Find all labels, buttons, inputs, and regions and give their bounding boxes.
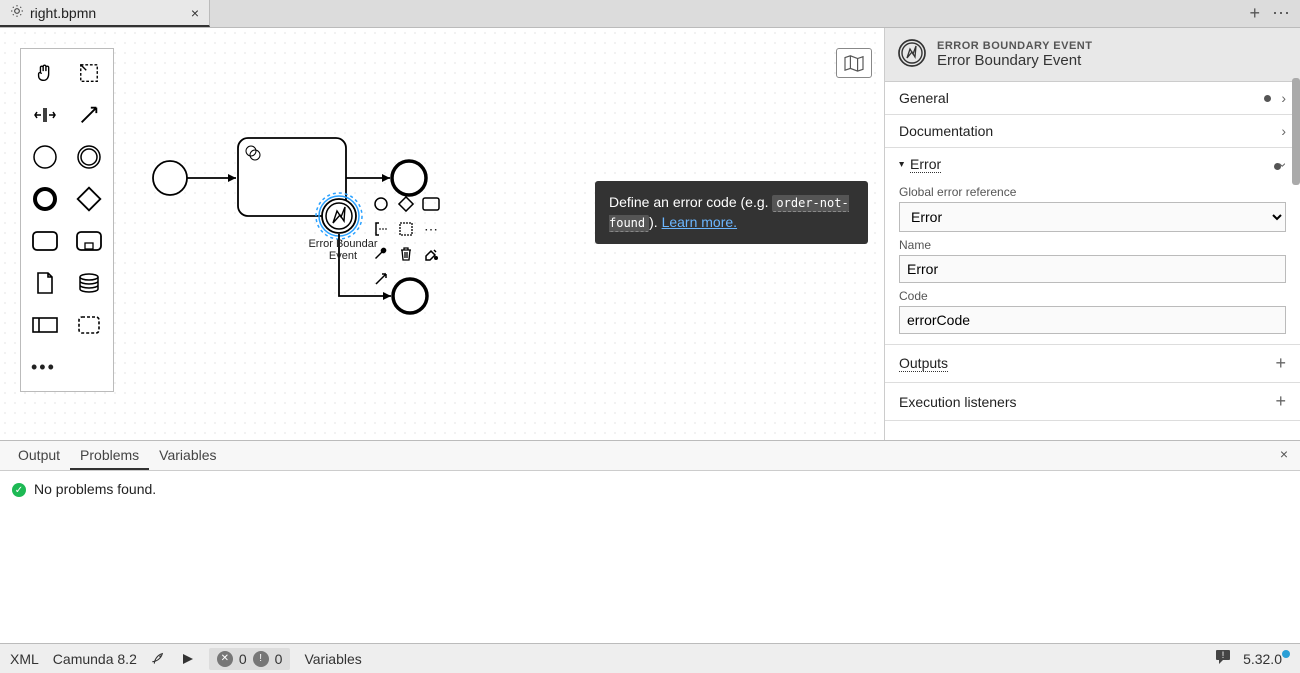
properties-panel: ERROR BOUNDARY EVENT Error Boundary Even…: [884, 28, 1300, 440]
error-name-input[interactable]: [899, 255, 1286, 283]
element-name: Error Boundary Event: [937, 52, 1092, 69]
error-name-label: Name: [899, 238, 1286, 252]
lint-tooltip: Define an error code (e.g. order-not-fou…: [595, 181, 868, 244]
gear-icon: [10, 4, 24, 21]
learn-more-link[interactable]: Learn more.: [662, 214, 737, 230]
global-error-ref-select[interactable]: Error: [899, 202, 1286, 232]
error-code-input[interactable]: [899, 306, 1286, 334]
append-event[interactable]: [370, 193, 392, 215]
xml-toggle[interactable]: XML: [10, 651, 39, 667]
bottom-panel: Output Problems Variables × ✓ No problem…: [0, 440, 1300, 672]
annotation[interactable]: [370, 218, 392, 240]
append-task[interactable]: [420, 193, 442, 215]
intermediate-event-tool[interactable]: [69, 139, 109, 175]
chevron-down-icon: ›: [1276, 162, 1292, 167]
space-tool[interactable]: [25, 97, 65, 133]
close-panel-icon[interactable]: ×: [1276, 441, 1292, 470]
tab-output[interactable]: Output: [8, 441, 70, 470]
start-event[interactable]: [153, 161, 187, 195]
more-tools[interactable]: •••: [25, 349, 109, 385]
check-icon: ✓: [12, 483, 26, 497]
more-menu-button[interactable]: ⋯: [1272, 3, 1290, 24]
error-code-label: Code: [899, 289, 1286, 303]
tab-problems[interactable]: Problems: [70, 441, 149, 470]
connect-icon[interactable]: [370, 268, 392, 290]
hand-tool[interactable]: [25, 55, 65, 91]
task-tool[interactable]: [25, 223, 65, 259]
wrench-icon[interactable]: [370, 243, 392, 265]
update-indicator: [1282, 650, 1290, 658]
end-event[interactable]: [392, 161, 426, 195]
rocket-icon[interactable]: [151, 651, 167, 667]
start-event-tool[interactable]: [25, 139, 65, 175]
error-count-icon: ✕: [217, 651, 233, 667]
section-error-body: Global error reference Error Name Code: [885, 173, 1300, 345]
section-execution-listeners[interactable]: Execution listeners +: [885, 383, 1300, 421]
change-type[interactable]: [395, 218, 417, 240]
delete-icon[interactable]: [395, 243, 417, 265]
lint-status[interactable]: ✕0 !0: [209, 648, 291, 670]
plus-icon[interactable]: +: [1275, 353, 1286, 374]
main-area: •••: [0, 28, 1300, 440]
lasso-tool[interactable]: [69, 55, 109, 91]
panel-scrollbar[interactable]: [1292, 78, 1300, 185]
tab-bar: right.bpmn × + ⋯: [0, 0, 1300, 28]
element-type-label: ERROR BOUNDARY EVENT: [937, 40, 1092, 52]
end-event-tool[interactable]: [25, 181, 65, 217]
platform-select[interactable]: Camunda 8.2: [53, 651, 137, 667]
group-tool[interactable]: [69, 307, 109, 343]
section-general[interactable]: General ›: [885, 82, 1300, 115]
version-label[interactable]: 5.32.0: [1243, 651, 1290, 667]
chevron-down-icon: ▸: [896, 162, 907, 167]
minimap-toggle[interactable]: [836, 48, 872, 78]
chevron-right-icon: ›: [1281, 90, 1286, 106]
tab-filename: right.bpmn: [30, 5, 96, 21]
problems-message: No problems found.: [34, 481, 156, 497]
plus-icon[interactable]: +: [1275, 391, 1286, 412]
chevron-right-icon: ›: [1281, 123, 1286, 139]
more-actions[interactable]: ⋯: [420, 218, 442, 240]
connect-tool[interactable]: [69, 97, 109, 133]
svg-text:!: !: [1222, 650, 1225, 660]
diagram-canvas[interactable]: •••: [0, 28, 884, 440]
gateway-tool[interactable]: [69, 181, 109, 217]
bottom-tabs: Output Problems Variables ×: [0, 441, 1300, 471]
problems-body: ✓ No problems found.: [0, 471, 1300, 672]
warning-count-icon: !: [253, 651, 269, 667]
subprocess-tool[interactable]: [69, 223, 109, 259]
tool-palette: •••: [20, 48, 114, 392]
file-tab[interactable]: right.bpmn ×: [0, 0, 210, 27]
section-outputs[interactable]: Outputs +: [885, 345, 1300, 383]
section-documentation[interactable]: Documentation ›: [885, 115, 1300, 148]
context-pad: ⋯: [370, 193, 442, 290]
data-object-tool[interactable]: [25, 265, 65, 301]
new-tab-button[interactable]: +: [1249, 3, 1260, 24]
play-icon[interactable]: [181, 652, 195, 666]
tab-variables[interactable]: Variables: [149, 441, 226, 470]
status-bar: XML Camunda 8.2 ✕0 !0 Variables ! 5.32.0: [0, 643, 1300, 673]
close-icon[interactable]: ×: [191, 5, 199, 21]
append-gateway[interactable]: [395, 193, 417, 215]
panel-header: ERROR BOUNDARY EVENT Error Boundary Even…: [885, 28, 1300, 82]
section-error-header[interactable]: ▸ Error ›: [885, 148, 1300, 173]
indicator-dot: [1264, 95, 1271, 102]
pool-tool[interactable]: [25, 307, 65, 343]
variables-toggle[interactable]: Variables: [304, 651, 361, 667]
global-error-ref-label: Global error reference: [899, 185, 1286, 199]
color-icon[interactable]: [420, 243, 442, 265]
error-event-icon: [897, 38, 927, 71]
feedback-icon[interactable]: !: [1215, 649, 1231, 668]
data-store-tool[interactable]: [69, 265, 109, 301]
